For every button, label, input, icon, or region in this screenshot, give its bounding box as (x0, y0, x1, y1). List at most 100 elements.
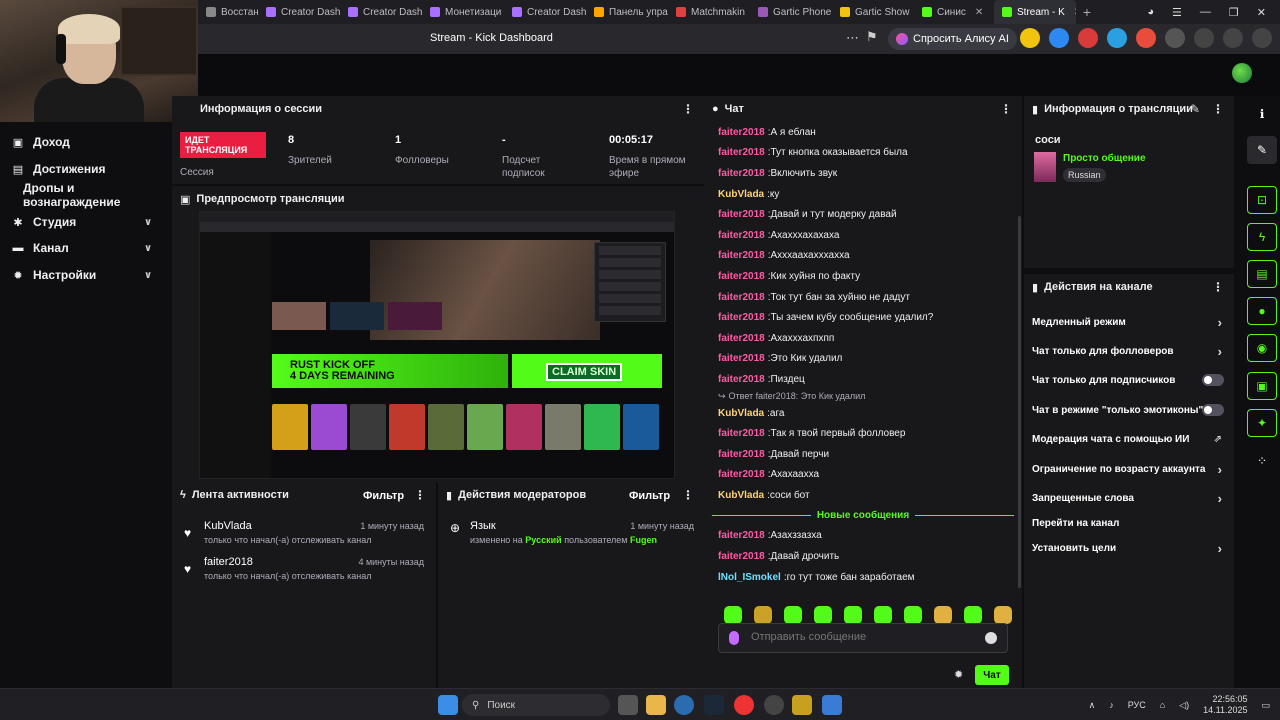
emote-icon[interactable] (814, 606, 832, 624)
extension-icon[interactable] (1136, 28, 1156, 48)
category-link[interactable]: Просто общение (1063, 153, 1146, 164)
chevron-up-icon[interactable]: ∧ (1089, 700, 1096, 711)
chat-settings-gear-icon[interactable]: ✹ (954, 668, 963, 681)
browser-tab[interactable]: Gartic Phone (750, 0, 832, 24)
minimize-icon[interactable]: — (1200, 6, 1211, 18)
extension-icon[interactable] (1049, 28, 1069, 48)
discord-icon[interactable] (764, 695, 784, 715)
broadcast-icon[interactable]: ◉ (1247, 334, 1277, 362)
bookmark-icon[interactable]: ⚑ (866, 29, 878, 45)
nav-item-channel[interactable]: ▬ Канал ∨ (0, 237, 170, 259)
kebab-menu-icon[interactable]: ⋮ (682, 488, 694, 502)
nav-item-settings[interactable]: ✹ Настройки ∨ (0, 264, 170, 286)
network-icon[interactable]: ⌂ (1160, 700, 1165, 710)
browser-tab[interactable]: Creator Dash (340, 0, 422, 24)
emote-icon[interactable] (994, 606, 1012, 624)
followers-only-row[interactable]: Чат только для фолловеров › (1024, 339, 1232, 363)
more-options-icon[interactable]: ⁘ (1247, 447, 1277, 475)
emote-icon[interactable] (904, 606, 922, 624)
emote-icon[interactable] (844, 606, 862, 624)
emote-icon[interactable] (784, 606, 802, 624)
browser-tab[interactable]: Синис ✕ (914, 0, 994, 24)
browser-tab[interactable]: Creator Dash (504, 0, 586, 24)
user-avatar[interactable] (1232, 63, 1252, 83)
chat-icon[interactable]: ● (1247, 297, 1277, 325)
emote-icon[interactable] (724, 606, 742, 624)
language-indicator[interactable]: РУС (1128, 700, 1146, 710)
extension-icon[interactable] (1252, 28, 1272, 48)
banned-words-row[interactable]: Запрещенные слова › (1024, 486, 1232, 510)
more-icon[interactable]: ⋯ (846, 30, 859, 46)
emote-icon[interactable] (754, 606, 772, 624)
emoji-picker-icon[interactable] (985, 632, 997, 644)
filter-button[interactable]: Фильтр (363, 490, 404, 502)
send-chat-button[interactable]: Чат (975, 665, 1009, 685)
kebab-menu-icon[interactable]: ⋮ (414, 488, 426, 502)
kebab-menu-icon[interactable]: ⋮ (682, 102, 694, 116)
slow-mode-row[interactable]: Медленный режим › (1024, 310, 1232, 334)
go-to-channel-row[interactable]: Перейти на канал (1024, 511, 1232, 535)
start-menu-icon[interactable] (438, 695, 458, 715)
set-goals-row[interactable]: Установить цели › (1024, 536, 1232, 560)
edit-pencil-icon[interactable]: ✎ (1247, 136, 1277, 164)
obs-icon[interactable] (822, 695, 842, 715)
emote-icon[interactable] (874, 606, 892, 624)
extension-icon[interactable] (1165, 28, 1185, 48)
info-icon[interactable]: ℹ (1247, 100, 1277, 128)
taskbar-search[interactable]: ⚲ Поиск (462, 694, 610, 716)
chat-scrollbar[interactable] (1018, 216, 1021, 588)
new-tab-icon[interactable]: + (1076, 4, 1098, 20)
category-thumbnail[interactable] (1034, 152, 1056, 182)
emote-only-toggle[interactable] (1202, 404, 1224, 416)
nav-item-drops[interactable]: Дропы и вознаграждение (0, 181, 170, 209)
new-messages-divider[interactable]: Новые сообщения (704, 506, 1022, 526)
browser-tab[interactable]: Панель упра (586, 0, 668, 24)
chat-message-input[interactable] (751, 631, 971, 643)
extension-icon[interactable] (1078, 28, 1098, 48)
target-icon[interactable]: ⊡ (1247, 186, 1277, 214)
extension-icon[interactable] (1223, 28, 1243, 48)
kebab-menu-icon[interactable]: ⋮ (1212, 280, 1224, 294)
wrench-icon[interactable]: ✦ (1247, 409, 1277, 437)
extension-icon[interactable] (1020, 28, 1040, 48)
filter-button[interactable]: Фильтр (629, 490, 670, 502)
file-explorer-icon[interactable] (646, 695, 666, 715)
browser-tab[interactable]: Matchmakin (668, 0, 750, 24)
menu-icon[interactable]: ☰ (1172, 6, 1182, 19)
notifications-icon[interactable]: ▭ (1261, 700, 1270, 711)
browser-tab[interactable]: Монетизаци (422, 0, 504, 24)
extension-icon[interactable] (1194, 28, 1214, 48)
close-icon[interactable]: ✕ (1257, 6, 1266, 19)
steam-icon[interactable] (704, 695, 724, 715)
emote-icon[interactable] (934, 606, 952, 624)
browser-tab[interactable]: Восстановл (198, 0, 258, 24)
profile-icon[interactable]: ◕ (1147, 6, 1154, 18)
subscribers-only-toggle[interactable] (1202, 374, 1224, 386)
stream-preview-video[interactable]: RUST KICK OFF 4 DAYS REMAINING CLAIM SKI… (199, 211, 675, 479)
browser-tab[interactable]: Creator Dash (258, 0, 340, 24)
app-icon[interactable] (674, 695, 694, 715)
emote-icon[interactable] (964, 606, 982, 624)
clock[interactable]: 22:56:05 14.11.2025 (1203, 694, 1247, 716)
close-tab-icon[interactable]: ✕ (975, 7, 983, 18)
nav-item-achievements[interactable]: ▤ Достижения (0, 158, 170, 180)
ai-moderation-row[interactable]: Модерация чата с помощью ИИ ⇗ (1024, 427, 1232, 451)
app-icon[interactable] (792, 695, 812, 715)
browser-tab[interactable]: Gartic Show (832, 0, 914, 24)
ask-alice-button[interactable]: Спросить Алису AI (888, 28, 1017, 50)
bolt-icon[interactable]: ϟ (1247, 223, 1277, 251)
extension-icon[interactable] (1107, 28, 1127, 48)
nav-item-studio[interactable]: ✱ Студия ∨ (0, 211, 170, 233)
task-view-icon[interactable] (618, 695, 638, 715)
edit-pencil-icon[interactable]: ✎ (1190, 102, 1200, 116)
microphone-icon[interactable]: ♪ (1109, 700, 1114, 710)
microphone-icon[interactable] (729, 631, 739, 645)
yandex-browser-icon[interactable] (734, 695, 754, 715)
restore-icon[interactable]: ❐ (1229, 6, 1239, 19)
nav-item-income[interactable]: ▣ Доход (0, 131, 170, 153)
account-age-row[interactable]: Ограничение по возрасту аккаунта › (1024, 457, 1232, 481)
kebab-menu-icon[interactable]: ⋮ (1000, 102, 1012, 116)
layout-icon[interactable]: ▣ (1247, 372, 1277, 400)
volume-icon[interactable]: ◁) (1179, 700, 1189, 711)
document-icon[interactable]: ▤ (1247, 260, 1277, 288)
